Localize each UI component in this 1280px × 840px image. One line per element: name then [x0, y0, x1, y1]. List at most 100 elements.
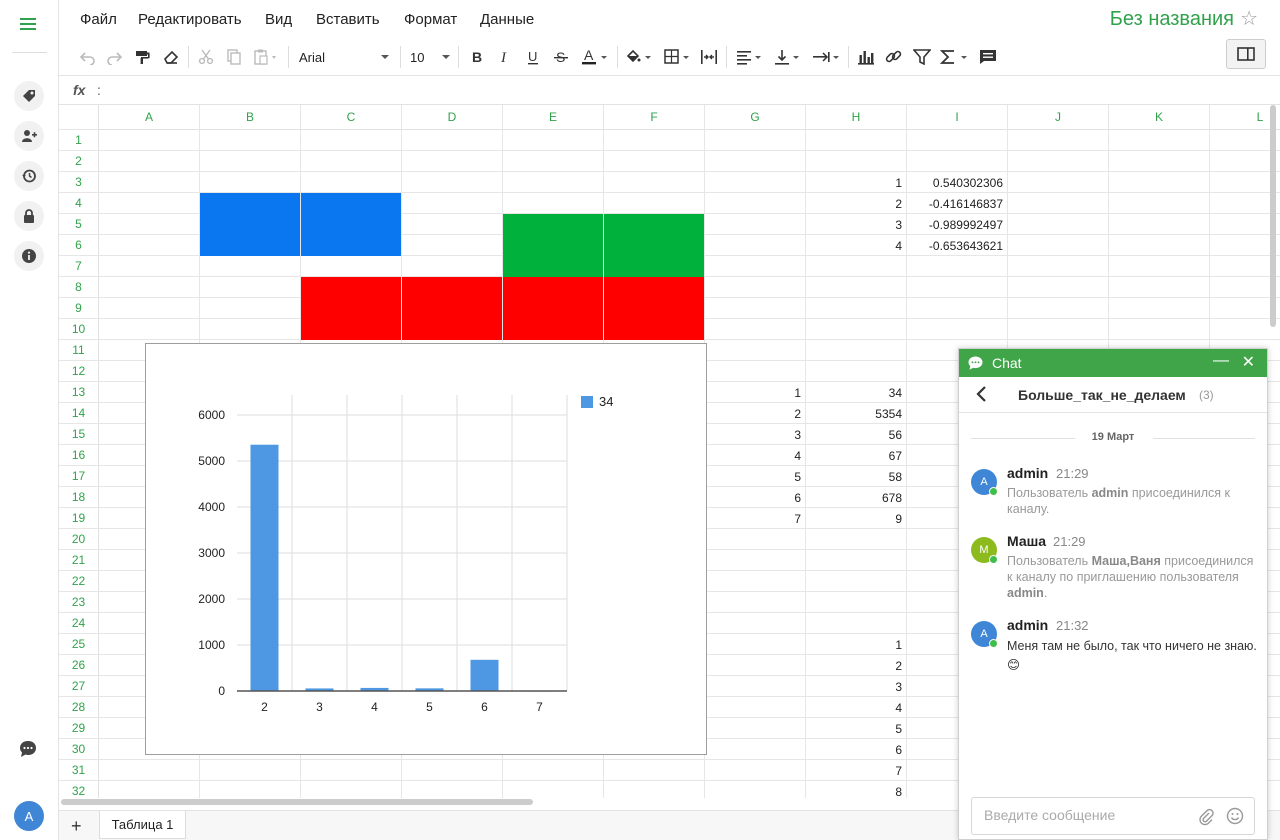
- star-icon[interactable]: ☆: [1240, 6, 1258, 31]
- row-header[interactable]: 28: [59, 697, 99, 718]
- row-header[interactable]: 14: [59, 403, 99, 424]
- horizontal-scrollbar[interactable]: [61, 799, 533, 805]
- cell-value[interactable]: 6: [705, 491, 801, 505]
- row-header[interactable]: 15: [59, 424, 99, 445]
- cell-value[interactable]: 5: [806, 722, 902, 736]
- cell-value[interactable]: 2: [806, 197, 902, 211]
- column-header[interactable]: J: [1008, 105, 1109, 130]
- clear-format-icon[interactable]: [162, 44, 180, 70]
- cell-fill-range[interactable]: [200, 193, 402, 256]
- row-header[interactable]: 11: [59, 340, 99, 361]
- add-user-icon[interactable]: [14, 121, 44, 151]
- text-color-icon[interactable]: A: [580, 44, 610, 70]
- emoji-icon[interactable]: [1226, 807, 1244, 825]
- column-header[interactable]: C: [301, 105, 402, 130]
- close-button[interactable]: ✕: [1242, 352, 1255, 372]
- cell-value[interactable]: 4: [705, 449, 801, 463]
- select-all-corner[interactable]: [59, 105, 99, 130]
- message-input[interactable]: [984, 807, 1194, 823]
- minimize-button[interactable]: —: [1213, 352, 1229, 370]
- cell-value[interactable]: -0.416146837: [907, 197, 1003, 211]
- cell-value[interactable]: 67: [806, 449, 902, 463]
- chat-bubble-icon[interactable]: [18, 739, 38, 762]
- attach-icon[interactable]: [1198, 808, 1214, 826]
- functions-icon[interactable]: [939, 44, 971, 70]
- menu-view[interactable]: Вид: [265, 11, 292, 28]
- row-header[interactable]: 20: [59, 529, 99, 550]
- back-arrow-icon[interactable]: [975, 385, 989, 403]
- row-header[interactable]: 19: [59, 508, 99, 529]
- menu-file[interactable]: Файл: [80, 11, 117, 28]
- row-header[interactable]: 5: [59, 214, 99, 235]
- menu-insert[interactable]: Вставить: [316, 11, 380, 28]
- cell-value[interactable]: 2: [806, 659, 902, 673]
- row-header[interactable]: 17: [59, 466, 99, 487]
- row-header[interactable]: 26: [59, 655, 99, 676]
- menu-data[interactable]: Данные: [480, 11, 534, 28]
- vertical-align-icon[interactable]: [773, 44, 803, 70]
- cell-value[interactable]: 56: [806, 428, 902, 442]
- row-header[interactable]: 24: [59, 613, 99, 634]
- font-size-select[interactable]: 10: [410, 45, 450, 69]
- row-header[interactable]: 7: [59, 256, 99, 277]
- column-header[interactable]: B: [200, 105, 301, 130]
- cell-value[interactable]: 58: [806, 470, 902, 484]
- row-header[interactable]: 13: [59, 382, 99, 403]
- cell-value[interactable]: 34: [806, 386, 902, 400]
- cell-value[interactable]: -0.653643621: [907, 239, 1003, 253]
- row-header[interactable]: 23: [59, 592, 99, 613]
- horizontal-align-icon[interactable]: [735, 44, 765, 70]
- row-header[interactable]: 8: [59, 277, 99, 298]
- redo-icon[interactable]: [105, 44, 123, 70]
- column-header[interactable]: A: [99, 105, 200, 130]
- cell-value[interactable]: 7: [705, 512, 801, 526]
- column-header[interactable]: E: [503, 105, 604, 130]
- cell-value[interactable]: 6: [806, 743, 902, 757]
- hamburger-menu-icon[interactable]: [16, 12, 40, 36]
- lock-icon[interactable]: [14, 201, 44, 231]
- comment-icon[interactable]: [978, 44, 998, 70]
- cell-value[interactable]: 9: [806, 512, 902, 526]
- text-wrap-icon[interactable]: [811, 44, 843, 70]
- vertical-scrollbar[interactable]: [1270, 105, 1276, 327]
- row-header[interactable]: 21: [59, 550, 99, 571]
- column-header[interactable]: G: [705, 105, 806, 130]
- cell-value[interactable]: 4: [806, 239, 902, 253]
- row-header[interactable]: 22: [59, 571, 99, 592]
- history-icon[interactable]: [14, 161, 44, 191]
- cell-value[interactable]: 1: [806, 638, 902, 652]
- row-header[interactable]: 1: [59, 130, 99, 151]
- merge-cells-icon[interactable]: [699, 44, 719, 70]
- cell-value[interactable]: 0.540302306: [907, 176, 1003, 190]
- filter-icon[interactable]: [912, 44, 932, 70]
- underline-icon[interactable]: U: [524, 44, 542, 70]
- row-header[interactable]: 10: [59, 319, 99, 340]
- cell-value[interactable]: 7: [806, 764, 902, 778]
- cell-value[interactable]: 3: [806, 680, 902, 694]
- cell-value[interactable]: 678: [806, 491, 902, 505]
- bold-icon[interactable]: B: [468, 44, 486, 70]
- row-header[interactable]: 29: [59, 718, 99, 739]
- cell-value[interactable]: 4: [806, 701, 902, 715]
- tag-icon[interactable]: [14, 81, 44, 111]
- row-header[interactable]: 3: [59, 172, 99, 193]
- row-header[interactable]: 18: [59, 487, 99, 508]
- cell-value[interactable]: 8: [806, 785, 902, 798]
- fill-color-icon[interactable]: [624, 44, 654, 70]
- row-header[interactable]: 2: [59, 151, 99, 172]
- column-header[interactable]: I: [907, 105, 1008, 130]
- row-header[interactable]: 31: [59, 760, 99, 781]
- cell-value[interactable]: 3: [806, 218, 902, 232]
- cell-fill-range[interactable]: [301, 277, 705, 340]
- row-header[interactable]: 6: [59, 235, 99, 256]
- user-avatar[interactable]: A: [14, 801, 44, 831]
- menu-edit[interactable]: Редактировать: [138, 11, 242, 28]
- insert-link-icon[interactable]: [884, 44, 904, 70]
- cell-value[interactable]: -0.989992497: [907, 218, 1003, 232]
- row-header[interactable]: 12: [59, 361, 99, 382]
- row-header[interactable]: 25: [59, 634, 99, 655]
- sheet-tab[interactable]: Таблица 1: [99, 811, 186, 839]
- column-header[interactable]: F: [604, 105, 705, 130]
- row-header[interactable]: 16: [59, 445, 99, 466]
- italic-icon[interactable]: I: [496, 44, 514, 70]
